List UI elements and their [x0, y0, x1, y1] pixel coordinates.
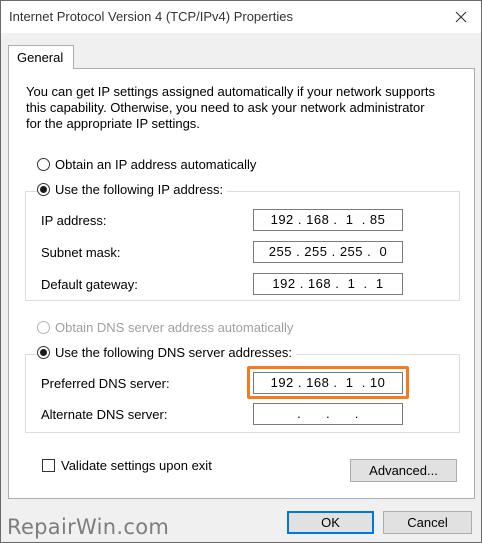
radio-label-ip-auto: Obtain an IP address automatically [55, 157, 257, 172]
alternate-dns-input[interactable]: . . . [253, 403, 403, 425]
ok-button[interactable]: OK [287, 511, 374, 534]
tab-general-label: General [17, 50, 64, 65]
radio-circle-dns-auto[interactable] [37, 321, 50, 334]
radio-circle-ip-manual[interactable] [37, 183, 50, 196]
tab-general[interactable]: General [8, 45, 74, 69]
default-gateway-label: Default gateway: [41, 277, 138, 292]
watermark: RepairWin.com [7, 515, 170, 539]
intro-text: You can get IP settings assigned automat… [26, 84, 436, 131]
validate-settings-checkbox[interactable]: Validate settings upon exit [42, 458, 212, 473]
radio-label-ip-manual: Use the following IP address: [55, 182, 224, 197]
radio-label-dns-manual: Use the following DNS server addresses: [55, 345, 292, 360]
validate-checkbox-label: Validate settings upon exit [61, 458, 212, 473]
close-button[interactable] [441, 1, 481, 33]
alternate-dns-label: Alternate DNS server: [41, 407, 168, 422]
radio-label-dns-auto: Obtain DNS server address automatically [55, 320, 294, 335]
general-panel: You can get IP settings assigned automat… [8, 68, 475, 499]
properties-dialog: Internet Protocol Version 4 (TCP/IPv4) P… [0, 0, 482, 543]
preferred-dns-highlight [247, 366, 409, 399]
radio-obtain-ip-auto[interactable]: Obtain an IP address automatically [37, 157, 261, 172]
default-gateway-input[interactable]: 192 . 168 . 1 . 1 [253, 273, 403, 295]
validate-checkbox-box[interactable] [42, 459, 55, 472]
radio-circle-ip-auto[interactable] [37, 158, 50, 171]
subnet-mask-label: Subnet mask: [41, 245, 121, 260]
radio-use-following-dns[interactable]: Use the following DNS server addresses: [37, 345, 296, 360]
advanced-button[interactable]: Advanced... [350, 459, 457, 482]
cancel-button[interactable]: Cancel [383, 511, 472, 534]
radio-use-following-ip[interactable]: Use the following IP address: [37, 182, 228, 197]
title-bar: Internet Protocol Version 4 (TCP/IPv4) P… [1, 1, 481, 33]
ip-address-label: IP address: [41, 213, 107, 228]
window-title: Internet Protocol Version 4 (TCP/IPv4) P… [9, 9, 293, 24]
radio-circle-dns-manual[interactable] [37, 346, 50, 359]
ip-address-input[interactable]: 192 . 168 . 1 . 85 [253, 209, 403, 231]
subnet-mask-input[interactable]: 255 . 255 . 255 . 0 [253, 241, 403, 263]
radio-obtain-dns-auto[interactable]: Obtain DNS server address automatically [37, 320, 298, 335]
close-icon [455, 11, 467, 23]
preferred-dns-label: Preferred DNS server: [41, 376, 170, 391]
